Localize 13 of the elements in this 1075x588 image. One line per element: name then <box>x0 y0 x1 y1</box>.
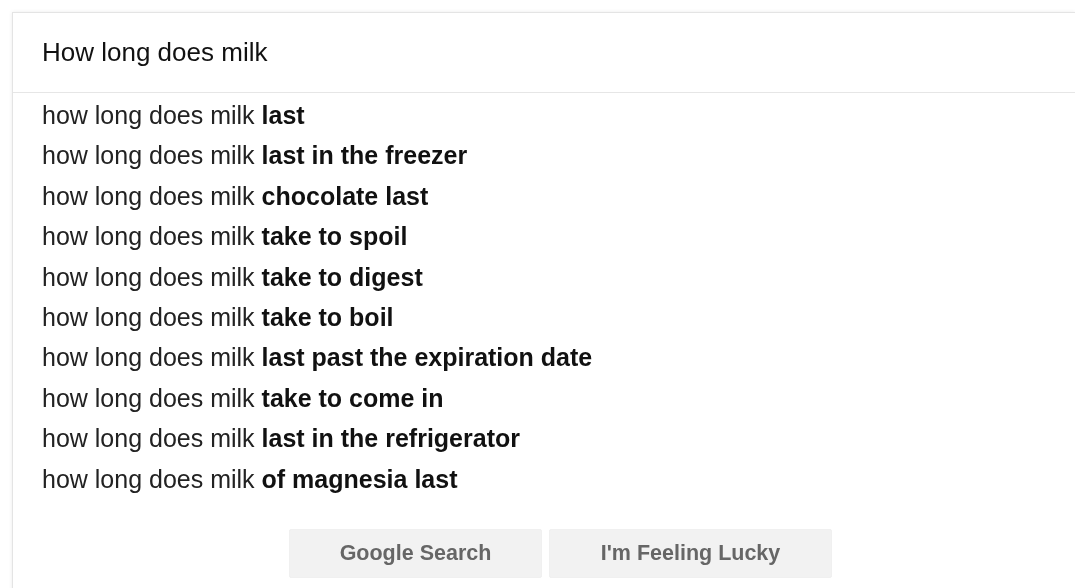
suggestion-item[interactable]: how long does milk last past the expiration date <box>13 337 1075 378</box>
suggestion-item[interactable]: how long does milk of magnesia last <box>13 458 1075 500</box>
suggestion-item[interactable]: how long does milk take to spoil <box>13 216 1075 257</box>
suggestion-item[interactable]: how long does milk last <box>13 95 1075 136</box>
suggestion-item[interactable]: how long does milk take to digest <box>13 256 1075 298</box>
suggestion-item[interactable]: how long does milk last in the refrigerator <box>13 418 1075 459</box>
search-button[interactable]: Google Search <box>289 529 542 579</box>
suggestion-item[interactable]: how long does milk last in the freezer <box>13 135 1075 176</box>
search-field[interactable]: How long does milk <box>13 13 1075 93</box>
search-button[interactable]: I'm Feeling Lucky <box>549 529 832 579</box>
suggestion-item[interactable]: how long does milk chocolate last <box>13 175 1075 217</box>
suggestion-item[interactable]: how long does milk take to come in <box>13 377 1075 419</box>
suggestion-item[interactable]: how long does milk take to boil <box>13 297 1075 338</box>
